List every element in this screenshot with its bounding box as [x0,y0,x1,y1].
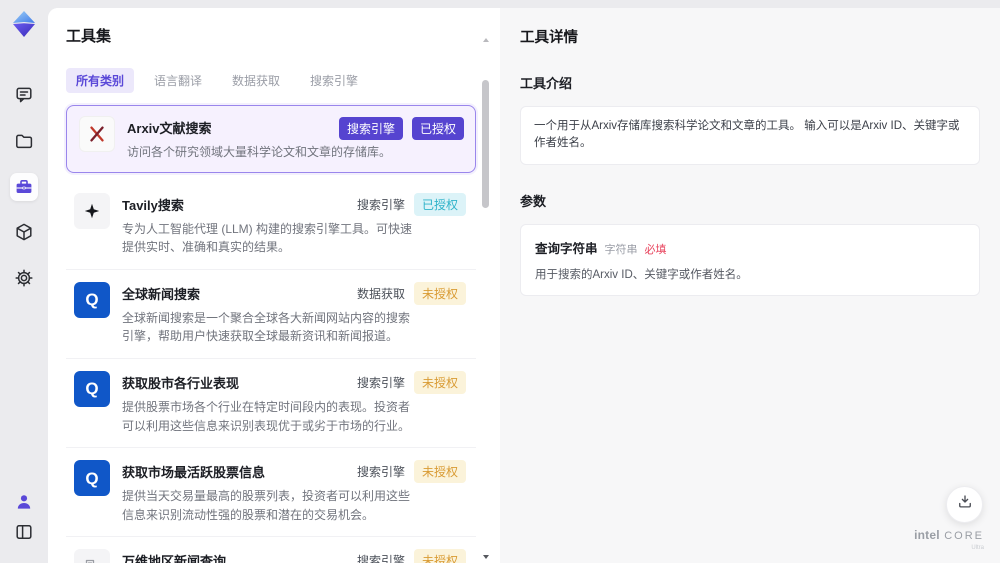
core-wordmark: CORE [944,530,984,542]
tool-detail-pane: 工具详情 工具介绍 一个用于从Arxiv存储库搜索科学论文和文章的工具。 输入可… [500,8,1000,563]
news-logo-glyph: Q [85,290,99,310]
four-point-star-icon [74,192,110,229]
gear-icon [14,268,34,288]
parameter-head: 查询字符串 字符串 必填 [535,238,965,257]
main-surface: 工具集 所有类别 语言翻译 数据获取 搜索引擎 Arxiv文献搜索 访问各个研究… [48,8,1000,563]
category-label: 搜索引擎 [356,554,405,563]
tool-description: 提供当天交易量最高的股票列表，投资者可以利用这些信息来识别流动性强的股票和潜在的… [122,489,411,522]
cube-icon [14,222,34,242]
tool-card-meta: 搜索引擎 已授权 [356,192,466,216]
building-icon [74,549,110,563]
params-heading: 参数 [520,193,547,209]
app-logo [11,10,37,38]
sidebar-item-tools[interactable] [10,173,38,201]
tool-card-stock-sectors[interactable]: Q 获取股市各行业表现 提供股票市场各个行业在特定时间段内的表现。投资者可以利用… [66,359,476,449]
tool-card-meta: 搜索引擎 未授权 [357,549,466,563]
scroll-down-arrow[interactable] [483,555,489,559]
tool-card-global-news[interactable]: Q 全球新闻搜索 全球新闻搜索是一个聚合全球各大新闻网站内容的搜索引擎，帮助用户… [66,270,476,359]
tool-description: 提供股票市场各个行业在特定时间段内的表现。投资者可以利用这些信息来识别表现优于或… [122,399,411,433]
status-badge: 已授权 [411,117,464,140]
news-logo-glyph: Q [85,379,99,399]
intel-wordmark: intel [914,528,940,542]
tool-description: 全球新闻搜索是一个聚合全球各大新闻网站内容的搜索引擎，帮助用户快速获取全球最新资… [122,310,411,344]
tool-description: 访问各个研究领域大量科学论文和文章的存储库。 [127,145,392,159]
page-title: 工具集 [66,28,112,45]
tool-card-meta: 搜索引擎 未授权 [356,370,466,394]
user-icon [14,492,34,512]
intel-core-logo: intel CORE Ultra [914,527,984,551]
required-flag: 必填 [644,243,667,256]
tab-data-fetch[interactable]: 数据获取 [222,68,290,93]
sidebar-item-chat[interactable] [10,81,38,109]
parameter-description: 用于搜索的Arxiv ID、关键字或作者姓名。 [535,268,748,281]
tool-card-meta: 数据获取 未授权 [356,281,466,305]
app-window: 工具集 所有类别 语言翻译 数据获取 搜索引擎 Arxiv文献搜索 访问各个研究… [0,0,1000,563]
sidebar-item-models[interactable] [10,218,38,246]
intro-box: 一个用于从Arxiv存储库搜索科学论文和文章的工具。 输入可以是Arxiv ID… [520,106,980,165]
sidebar-item-collapse[interactable] [10,518,38,546]
parameter-type: 字符串 [604,243,638,256]
tool-card-meta: 搜索引擎 已授权 [338,117,464,140]
folder-icon [14,131,34,151]
tool-card-arxiv[interactable]: Arxiv文献搜索 访问各个研究领域大量科学论文和文章的存储库。 搜索引擎 已授… [66,105,476,173]
panels-icon [14,522,34,542]
intel-sub-label: Ultra [971,545,984,551]
news-logo-icon: Q [74,281,110,318]
news-logo-icon: Q [74,460,110,497]
status-badge: 未授权 [413,370,466,394]
status-badge: 已授权 [413,192,466,216]
tab-all-categories[interactable]: 所有类别 [66,68,135,93]
status-badge: 未授权 [413,281,466,305]
download-icon [956,493,974,516]
sidebar-item-settings[interactable] [10,264,38,292]
tool-card-regional-news[interactable]: 万维地区新闻查询 查询具体行政区划内的新闻，快速了解各地新闻动 搜索引擎 未授权 [66,537,476,563]
tool-card-active-stocks[interactable]: Q 获取市场最活跃股票信息 提供当天交易量最高的股票列表，投资者可以利用这些信息… [66,448,476,538]
briefcase-icon [14,177,34,197]
tool-card-meta: 搜索引擎 未授权 [356,460,466,484]
category-tabs: 所有类别 语言翻译 数据获取 搜索引擎 [66,68,476,93]
download-button[interactable] [946,486,983,523]
tool-description: 专为人工智能代理 (LLM) 构建的搜索引擎工具。可快速提供实时、准确和真实的结… [122,221,413,255]
sidebar-item-account[interactable] [10,488,38,516]
chat-icon [14,85,34,105]
intro-heading: 工具介绍 [520,76,573,91]
category-label: 搜索引擎 [356,465,405,480]
category-label: 搜索引擎 [356,197,405,212]
arxiv-chi-icon [79,116,115,152]
news-logo-glyph: Q [85,468,99,488]
tool-card-tavily[interactable]: Tavily搜索 专为人工智能代理 (LLM) 构建的搜索引擎工具。可快速提供实… [66,181,476,270]
tab-language-translation[interactable]: 语言翻译 [144,68,212,93]
tab-search-engine[interactable]: 搜索引擎 [300,68,368,93]
category-label: 搜索引擎 [356,375,405,390]
parameter-card: 查询字符串 字符串 必填 用于搜索的Arxiv ID、关键字或作者姓名。 [520,223,980,296]
detail-title: 工具详情 [520,30,578,46]
parameter-name: 查询字符串 [535,241,598,256]
tool-list-pane: 工具集 所有类别 语言翻译 数据获取 搜索引擎 Arxiv文献搜索 访问各个研究… [48,8,500,563]
scrollbar-thumb[interactable] [482,80,489,208]
scroll-up-arrow[interactable] [483,38,489,42]
status-badge: 未授权 [413,549,466,563]
sidebar-rail [0,0,48,563]
sidebar-item-files[interactable] [10,127,38,155]
status-badge: 未授权 [413,460,466,484]
news-logo-icon: Q [74,370,110,407]
category-badge: 搜索引擎 [338,117,403,140]
list-scrollbar[interactable] [482,38,490,559]
category-label: 数据获取 [356,286,405,301]
